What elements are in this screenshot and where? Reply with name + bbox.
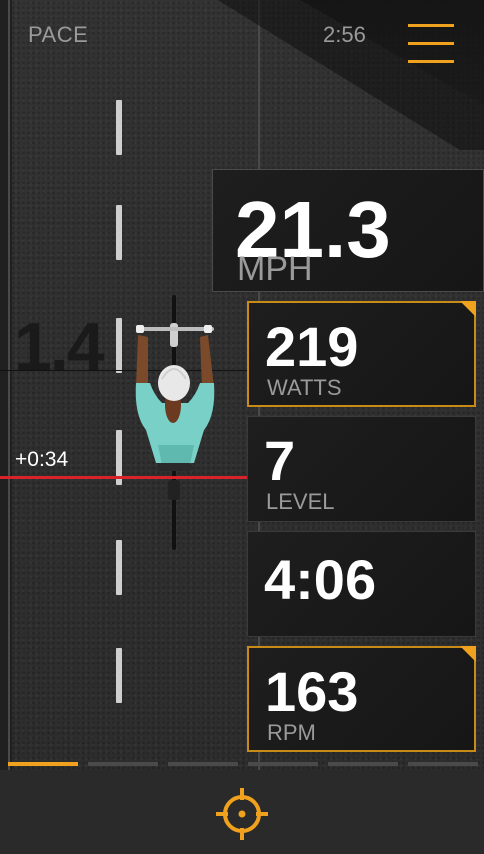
rpm-unit: RPM bbox=[267, 720, 316, 745]
crosshair-target-icon[interactable] bbox=[214, 786, 270, 842]
level-unit: LEVEL bbox=[266, 489, 335, 514]
elapsed-time-label: 2:56 bbox=[323, 22, 366, 47]
elapsed-value: 4:06 bbox=[264, 548, 377, 611]
center-dash bbox=[116, 318, 122, 373]
page-indicator[interactable] bbox=[88, 762, 158, 766]
center-dash bbox=[116, 100, 122, 155]
road-edge bbox=[0, 0, 12, 770]
center-dash bbox=[116, 540, 122, 595]
lane-line-left bbox=[8, 0, 10, 770]
watts-tile[interactable]: 219 WATTS bbox=[247, 301, 476, 407]
cyclist-avatar bbox=[135, 295, 215, 550]
center-dash bbox=[116, 648, 122, 703]
page-indicator[interactable] bbox=[328, 762, 398, 766]
ghost-distance: 1.4 bbox=[14, 309, 105, 385]
speed-tile[interactable]: 21.3 MPH bbox=[212, 169, 484, 292]
page-indicator[interactable] bbox=[8, 762, 78, 766]
rpm-tile[interactable]: 163 RPM bbox=[247, 646, 476, 752]
level-tile[interactable]: 7 LEVEL bbox=[247, 416, 476, 522]
page-indicator[interactable] bbox=[248, 762, 318, 766]
workout-mode-label: PACE bbox=[28, 22, 89, 47]
rpm-value: 163 bbox=[265, 660, 359, 723]
center-dash bbox=[116, 205, 122, 260]
watts-value: 219 bbox=[265, 315, 359, 378]
gap-line bbox=[0, 476, 250, 479]
top-bar: PACE 2:56 bbox=[0, 0, 484, 70]
elapsed-tile[interactable]: 4:06 bbox=[247, 531, 476, 637]
hamburger-menu-icon[interactable] bbox=[404, 24, 456, 68]
gap-time: +0:34 bbox=[15, 448, 69, 471]
page-indicator[interactable] bbox=[168, 762, 238, 766]
page-indicator[interactable] bbox=[408, 762, 478, 766]
watts-unit: WATTS bbox=[267, 375, 342, 400]
corner-flag-icon bbox=[460, 301, 476, 317]
corner-flag-icon bbox=[460, 646, 476, 662]
level-value: 7 bbox=[264, 429, 296, 492]
speed-unit: MPH bbox=[237, 250, 313, 288]
